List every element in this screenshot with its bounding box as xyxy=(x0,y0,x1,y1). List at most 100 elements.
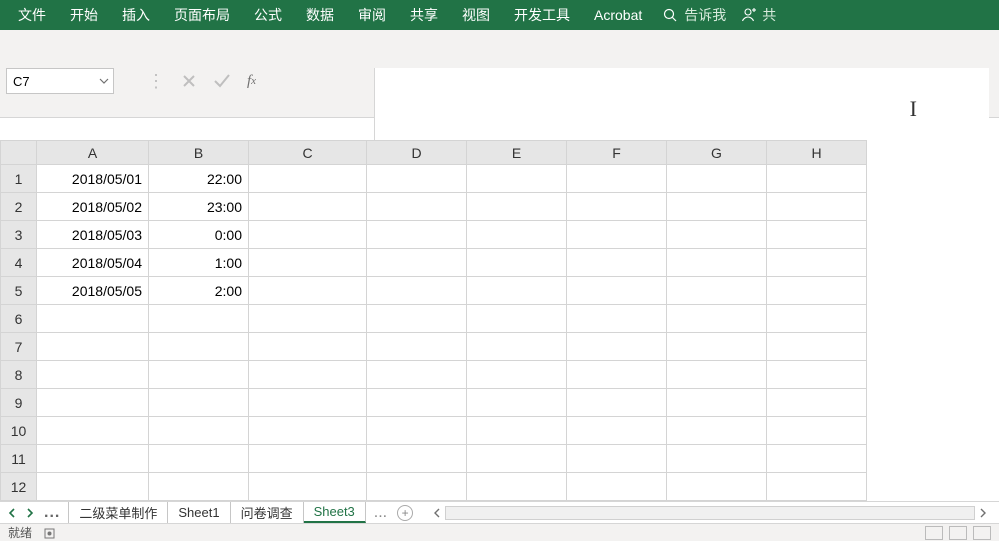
column-header-B[interactable]: B xyxy=(149,141,249,165)
ribbon-tab-home[interactable]: 开始 xyxy=(58,0,110,30)
cell-G7[interactable] xyxy=(667,333,767,361)
tab-nav-overflow-left[interactable]: ... xyxy=(44,504,60,522)
cell-C4[interactable] xyxy=(249,249,367,277)
ribbon-tab-page-layout[interactable]: 页面布局 xyxy=(162,0,242,30)
cell-H10[interactable] xyxy=(767,417,867,445)
cell-A11[interactable] xyxy=(37,445,149,473)
cell-F1[interactable] xyxy=(567,165,667,193)
scrollbar-track[interactable] xyxy=(445,506,975,520)
cell-E10[interactable] xyxy=(467,417,567,445)
cancel-icon[interactable] xyxy=(181,73,197,89)
column-header-D[interactable]: D xyxy=(367,141,467,165)
cell-H12[interactable] xyxy=(767,473,867,501)
cell-D8[interactable] xyxy=(367,361,467,389)
cell-H9[interactable] xyxy=(767,389,867,417)
cell-G1[interactable] xyxy=(667,165,767,193)
cell-H3[interactable] xyxy=(767,221,867,249)
cell-A6[interactable] xyxy=(37,305,149,333)
cell-D1[interactable] xyxy=(367,165,467,193)
tab-nav-prev-icon[interactable] xyxy=(8,508,16,518)
cell-C1[interactable] xyxy=(249,165,367,193)
row-header-7[interactable]: 7 xyxy=(1,333,37,361)
cell-B4[interactable]: 1:00 xyxy=(149,249,249,277)
cell-F12[interactable] xyxy=(567,473,667,501)
ribbon-tab-insert[interactable]: 插入 xyxy=(110,0,162,30)
ribbon-tab-developer[interactable]: 开发工具 xyxy=(502,0,582,30)
cell-C2[interactable] xyxy=(249,193,367,221)
cell-C3[interactable] xyxy=(249,221,367,249)
cell-B5[interactable]: 2:00 xyxy=(149,277,249,305)
cell-E1[interactable] xyxy=(467,165,567,193)
cell-E2[interactable] xyxy=(467,193,567,221)
ribbon-tab-acrobat[interactable]: Acrobat xyxy=(582,0,654,30)
row-header-6[interactable]: 6 xyxy=(1,305,37,333)
cell-A10[interactable] xyxy=(37,417,149,445)
row-header-9[interactable]: 9 xyxy=(1,389,37,417)
cell-C10[interactable] xyxy=(249,417,367,445)
ribbon-tab-formulas[interactable]: 公式 xyxy=(242,0,294,30)
cell-D3[interactable] xyxy=(367,221,467,249)
cell-D7[interactable] xyxy=(367,333,467,361)
column-header-C[interactable]: C xyxy=(249,141,367,165)
cell-B3[interactable]: 0:00 xyxy=(149,221,249,249)
cell-C7[interactable] xyxy=(249,333,367,361)
cell-A4[interactable]: 2018/05/04 xyxy=(37,249,149,277)
cell-F7[interactable] xyxy=(567,333,667,361)
column-header-F[interactable]: F xyxy=(567,141,667,165)
cell-F9[interactable] xyxy=(567,389,667,417)
cell-H2[interactable] xyxy=(767,193,867,221)
cell-D2[interactable] xyxy=(367,193,467,221)
ribbon-tab-data[interactable]: 数据 xyxy=(294,0,346,30)
cell-C11[interactable] xyxy=(249,445,367,473)
cell-E12[interactable] xyxy=(467,473,567,501)
confirm-icon[interactable] xyxy=(213,73,231,89)
cell-C6[interactable] xyxy=(249,305,367,333)
cell-F8[interactable] xyxy=(567,361,667,389)
spreadsheet-grid[interactable]: ABCDEFGH12018/05/0122:0022018/05/0223:00… xyxy=(0,140,999,501)
add-sheet-button[interactable]: + xyxy=(397,505,413,521)
ribbon-tab-view[interactable]: 视图 xyxy=(450,0,502,30)
row-header-5[interactable]: 5 xyxy=(1,277,37,305)
cell-A5[interactable]: 2018/05/05 xyxy=(37,277,149,305)
cell-F5[interactable] xyxy=(567,277,667,305)
cell-D10[interactable] xyxy=(367,417,467,445)
row-header-1[interactable]: 1 xyxy=(1,165,37,193)
cell-E3[interactable] xyxy=(467,221,567,249)
horizontal-scrollbar[interactable] xyxy=(421,502,999,523)
cell-F3[interactable] xyxy=(567,221,667,249)
cell-H7[interactable] xyxy=(767,333,867,361)
cell-A12[interactable] xyxy=(37,473,149,501)
cell-G8[interactable] xyxy=(667,361,767,389)
row-header-12[interactable]: 12 xyxy=(1,473,37,501)
macro-record-icon[interactable] xyxy=(44,527,58,539)
cell-B12[interactable] xyxy=(149,473,249,501)
cell-E5[interactable] xyxy=(467,277,567,305)
cell-A9[interactable] xyxy=(37,389,149,417)
cell-A3[interactable]: 2018/05/03 xyxy=(37,221,149,249)
cell-B9[interactable] xyxy=(149,389,249,417)
cell-A2[interactable]: 2018/05/02 xyxy=(37,193,149,221)
cell-F10[interactable] xyxy=(567,417,667,445)
cell-B6[interactable] xyxy=(149,305,249,333)
share-button[interactable]: 共 xyxy=(740,5,776,25)
sheet-tab[interactable]: Sheet1 xyxy=(168,502,230,523)
cell-A7[interactable] xyxy=(37,333,149,361)
cell-F6[interactable] xyxy=(567,305,667,333)
options-icon[interactable]: ⋮ xyxy=(147,76,165,86)
column-header-A[interactable]: A xyxy=(37,141,149,165)
sheet-tab[interactable]: Sheet3 xyxy=(304,502,366,523)
cell-E8[interactable] xyxy=(467,361,567,389)
row-header-2[interactable]: 2 xyxy=(1,193,37,221)
cell-B7[interactable] xyxy=(149,333,249,361)
cell-E6[interactable] xyxy=(467,305,567,333)
cell-H4[interactable] xyxy=(767,249,867,277)
cell-D5[interactable] xyxy=(367,277,467,305)
view-page-break-icon[interactable] xyxy=(973,526,991,540)
cell-G12[interactable] xyxy=(667,473,767,501)
cell-D4[interactable] xyxy=(367,249,467,277)
cell-G4[interactable] xyxy=(667,249,767,277)
sheet-tab[interactable]: 二级菜单制作 xyxy=(68,502,168,523)
cell-D12[interactable] xyxy=(367,473,467,501)
cell-B11[interactable] xyxy=(149,445,249,473)
column-header-H[interactable]: H xyxy=(767,141,867,165)
